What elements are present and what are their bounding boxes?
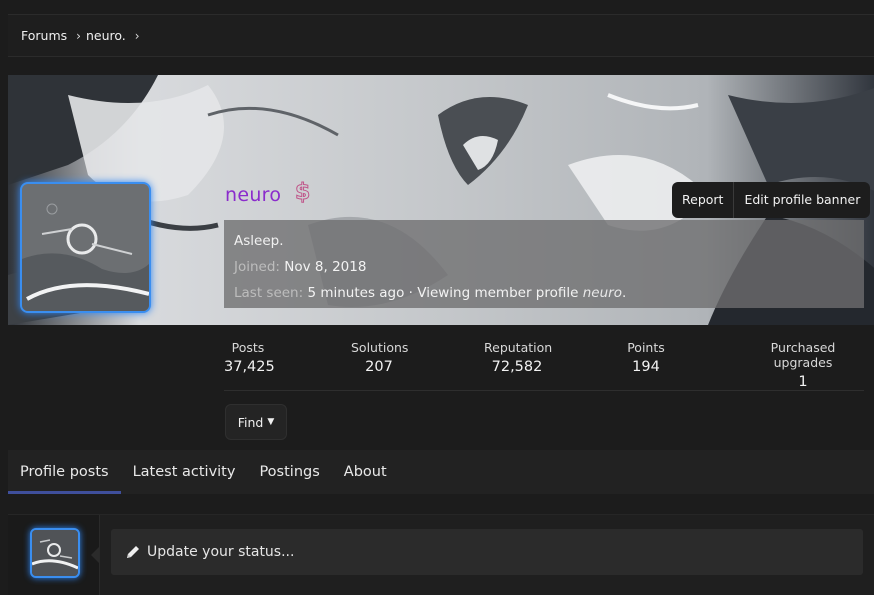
stat-purchased-upgrades[interactable]: Purchased upgrades 1: [742, 340, 864, 390]
stat-solutions[interactable]: Solutions 207: [351, 340, 409, 375]
breadcrumb-item-neuro[interactable]: neuro. ›: [86, 28, 145, 43]
stat-value: 37,425: [224, 359, 275, 375]
stat-label: Purchased upgrades: [770, 340, 836, 370]
profile-tabs: Profile posts Latest activity Postings A…: [8, 450, 874, 494]
stat-label: Posts: [231, 340, 265, 355]
avatar-image: [32, 530, 78, 576]
update-status-input[interactable]: Update your status...: [111, 529, 863, 575]
tab-about[interactable]: About: [332, 450, 399, 494]
stat-value: 194: [632, 359, 660, 375]
stat-value: 1: [798, 374, 808, 390]
find-label: Find: [237, 414, 264, 430]
stat-points[interactable]: Points 194: [627, 340, 665, 375]
tab-profile-posts[interactable]: Profile posts: [8, 450, 121, 494]
stat-label: Reputation: [484, 340, 553, 355]
stat-value: 207: [365, 359, 393, 375]
tab-latest-activity[interactable]: Latest activity: [121, 450, 248, 494]
user-status: Asleep.: [234, 233, 284, 249]
tab-postings[interactable]: Postings: [247, 450, 331, 494]
banner-actions: Report Edit profile banner: [672, 182, 871, 218]
joined-label: Joined:: [234, 259, 280, 275]
last-seen-value: 5 minutes ago · Viewing member profile: [307, 285, 579, 301]
breadcrumb-label[interactable]: Forums: [21, 28, 67, 43]
stat-label: Points: [627, 340, 665, 355]
breadcrumb: Forums › neuro. ›: [8, 14, 874, 57]
stat-reputation[interactable]: Reputation 72,582: [484, 340, 553, 375]
username[interactable]: neuro: [225, 184, 281, 206]
stat-posts[interactable]: Posts 37,425: [224, 340, 275, 375]
composer-avatar-column: [8, 515, 100, 595]
avatar[interactable]: [20, 182, 151, 313]
pencil-icon: [127, 546, 139, 558]
avatar[interactable]: [30, 528, 80, 578]
stat-value: 72,582: [491, 359, 543, 375]
last-seen-label: Last seen:: [234, 285, 304, 301]
profile-info-panel: Asleep. Joined: Nov 8, 2018 Last seen: 5…: [224, 220, 864, 308]
dollar-sign-icon: $: [294, 180, 311, 206]
report-button[interactable]: Report: [672, 182, 733, 218]
chevron-right-icon: ›: [134, 28, 140, 43]
chevron-right-icon: ›: [76, 28, 81, 43]
composer-pointer: [91, 547, 99, 563]
profile-stats: Posts 37,425 Solutions 207 Reputation 72…: [224, 340, 864, 391]
last-seen-target-link[interactable]: neuro: [583, 285, 622, 301]
breadcrumb-label[interactable]: neuro.: [86, 28, 126, 43]
last-seen: Last seen: 5 minutes ago · Viewing membe…: [234, 285, 626, 301]
status-composer-row: Update your status...: [8, 514, 874, 595]
edit-profile-banner-button[interactable]: Edit profile banner: [733, 182, 870, 218]
joined-date: Joined: Nov 8, 2018: [234, 259, 366, 275]
last-seen-end: .: [621, 285, 627, 301]
caret-down-icon: ▼: [267, 417, 275, 427]
joined-value[interactable]: Nov 8, 2018: [284, 259, 366, 275]
avatar-image: [22, 184, 149, 311]
find-dropdown-button[interactable]: Find ▼: [225, 404, 287, 440]
update-status-placeholder: Update your status...: [147, 544, 295, 560]
breadcrumb-item-forums[interactable]: Forums ›: [21, 28, 86, 43]
stat-label: Solutions: [351, 340, 409, 355]
